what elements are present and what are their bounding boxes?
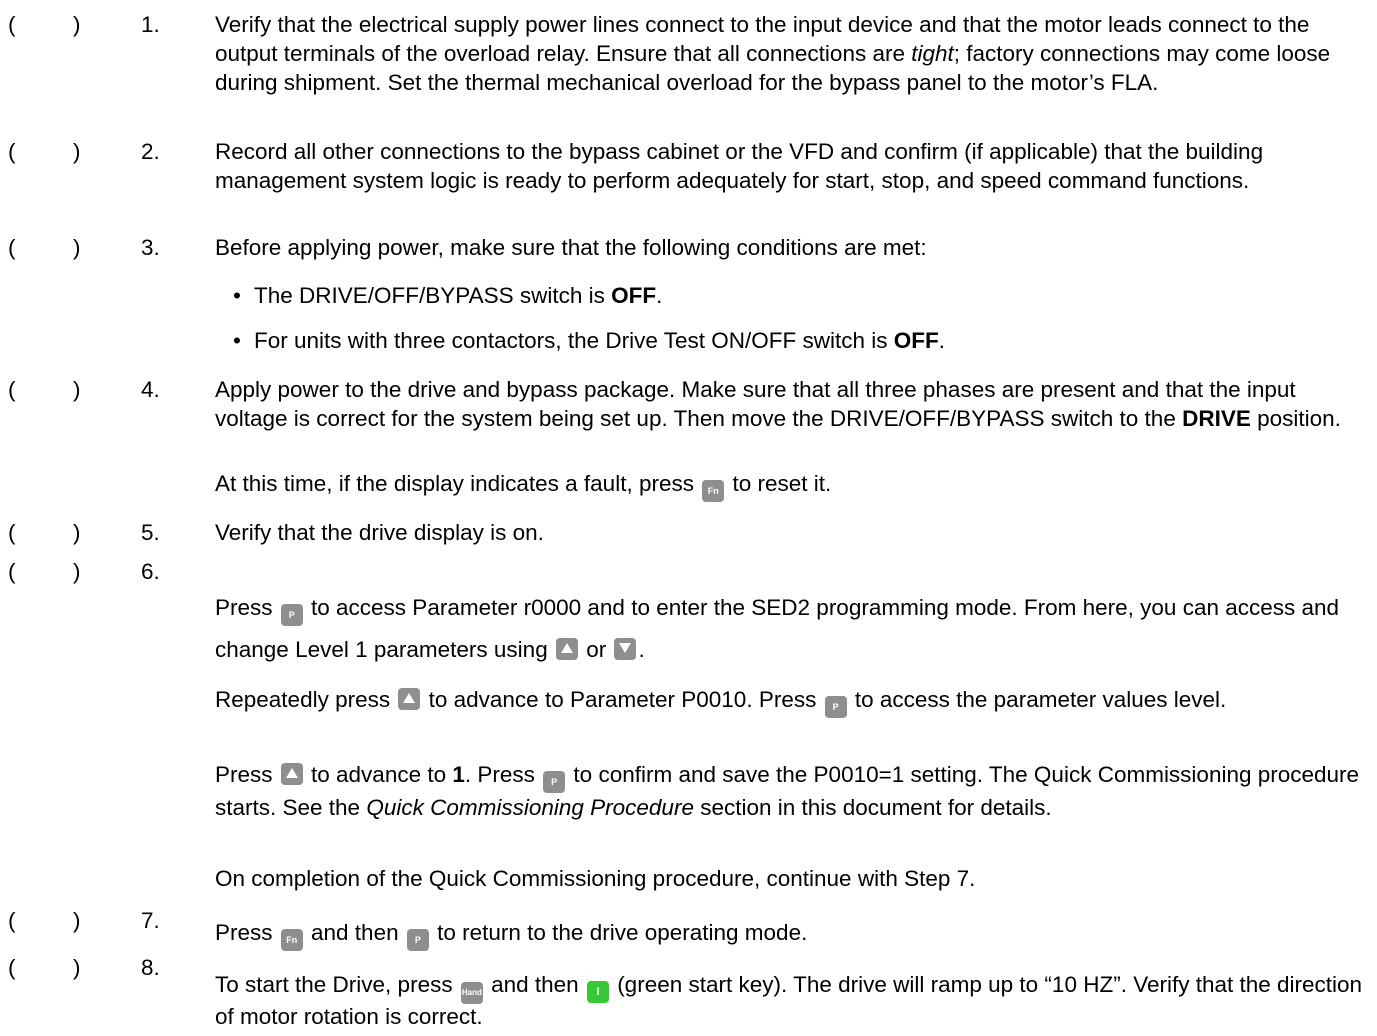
step-text: Record all other connections to the bypa… [215,139,1264,193]
step-number: 6. [141,559,160,584]
step-text: Apply power to the drive and bypass pack… [215,377,1341,431]
hand-key-icon: Hand [460,982,483,1004]
step-number: 1. [141,12,160,37]
checkbox-open[interactable]: ( [8,10,16,39]
up-arrow-icon [555,638,578,660]
step-text: Verify that the electrical supply power … [215,12,1331,95]
checkbox-open[interactable]: ( [8,375,16,404]
checkbox-open[interactable]: ( [8,557,16,586]
step-text: Press P to access Parameter r0000 and to… [215,595,1340,662]
step-text: Repeatedly press to advance to Parameter… [215,685,1365,718]
step-text: Before applying power, make sure that th… [215,235,927,260]
bullet: • [233,283,241,308]
checkbox-open[interactable]: ( [8,906,16,935]
fn-key-icon: Fn [280,929,303,951]
step-text: To start the Drive, press Hand and then … [215,972,1363,1029]
checkbox-open[interactable]: ( [8,953,16,982]
up-arrow-icon [398,688,421,710]
checkbox-close[interactable]: ) [73,518,81,547]
p-key-icon: P [406,929,429,951]
down-arrow-icon [614,638,637,660]
checkbox-close[interactable]: ) [73,375,81,404]
checkbox-close[interactable]: ) [73,233,81,262]
step-number: 3. [141,235,160,260]
step-number: 7. [141,908,160,933]
fn-key-icon: Fn [702,480,725,502]
bullet-text: For units with three contactors, the Dri… [254,328,946,353]
step-number: 8. [141,955,160,980]
step-number: 4. [141,377,160,402]
up-arrow-icon [280,763,303,785]
bullet-text: The DRIVE/OFF/BYPASS switch is OFF. [254,283,663,308]
checkbox-close[interactable]: ) [73,953,81,982]
green-start-key-icon: I [586,981,609,1003]
checkbox-close[interactable]: ) [73,137,81,166]
checkbox-open[interactable]: ( [8,518,16,547]
step-number: 2. [141,139,160,164]
step-text: At this time, if the display indicates a… [215,469,1365,502]
p-key-icon: P [280,604,303,626]
step-text: Press to advance to 1. Press P to confir… [215,762,1360,820]
step-text: Press Fn and then P to return to the dri… [215,918,1365,951]
checkbox-close[interactable]: ) [73,10,81,39]
step-number: 5. [141,520,160,545]
checkbox-open[interactable]: ( [8,233,16,262]
bullet: • [233,328,241,353]
p-key-icon: P [543,771,566,793]
checkbox-open[interactable]: ( [8,137,16,166]
checkbox-close[interactable]: ) [73,906,81,935]
step-text: On completion of the Quick Commissioning… [215,866,976,891]
p-key-icon: P [824,696,847,718]
step-text: Verify that the drive display is on. [215,520,544,545]
checkbox-close[interactable]: ) [73,557,81,586]
